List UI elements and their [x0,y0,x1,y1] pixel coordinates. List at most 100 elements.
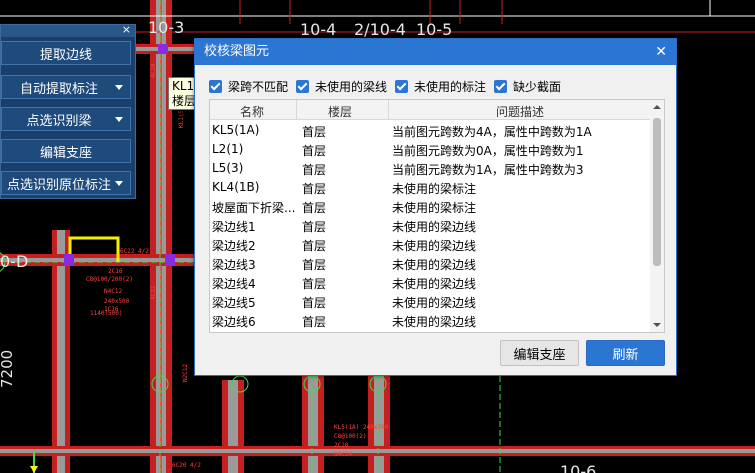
cell-description: 当前图元跨数为4A，属性中跨数为1A [392,125,592,139]
cell-floor: 首层 [302,277,327,291]
beam-tag: 4C20 [150,63,157,78]
cell-description: 当前图元跨数为0A，属性中跨数为1 [392,144,584,158]
scroll-up-icon[interactable] [653,105,661,109]
cell-floor: 首层 [302,296,327,310]
close-icon[interactable]: × [122,23,131,36]
cell-description: 未使用的梁边线 [392,296,477,310]
table-row[interactable]: 梁边线1 首层 未使用的梁边线 [210,215,664,234]
cell-description: 未使用的梁边线 [392,258,477,272]
cell-description: 未使用的梁标注 [392,201,477,215]
edit-support-label: 编辑支座 [39,145,92,161]
table-row[interactable]: 梁边线3 首层 未使用的梁边线 [210,253,664,272]
checkbox-unused-annotation[interactable] [395,79,409,93]
beam-tool-panel: × 提取边线 自动提取标注 点选识别梁 编辑支座 点选识别原位标注 [0,23,136,199]
chevron-down-icon[interactable] [115,117,123,122]
axis-label-10-5: 10-5 [416,20,453,39]
vertical-scrollbar[interactable] [650,100,664,332]
cell-floor: 首层 [302,258,327,272]
pick-identify-inplace-label-button[interactable]: 点选识别原位标注 [1,171,131,195]
beam-tag: N4C12 [104,288,123,295]
scroll-down-icon[interactable] [653,323,661,327]
pick-identify-beam-label: 点选识别梁 [26,113,92,129]
cell-name: 梁边线3 [212,258,256,272]
cell-floor: 首层 [302,163,327,177]
cell-name: L2(1) [212,142,244,156]
issue-table[interactable]: 名称 楼层 问题描述 KL5(1A) 首层 当前图元跨数为4A，属性中跨数为1A L… [209,99,665,333]
column-header-name[interactable]: 名称 [240,103,264,120]
table-row[interactable]: 坡屋面下折梁... 首层 未使用的梁标注 [210,196,664,215]
table-header: 名称 楼层 问题描述 [210,100,664,120]
filter-missing-section[interactable]: 缺少截面 [494,78,561,95]
cell-name: 梁边线2 [212,239,256,253]
edit-support-dialog-button[interactable]: 编辑支座 [500,340,579,366]
scroll-thumb[interactable] [653,118,661,266]
refresh-button[interactable]: 刷新 [586,340,665,366]
table-row[interactable]: L2(1) 首层 当前图元跨数为0A，属性中跨数为1 [210,139,664,158]
cell-name: 坡屋面下折梁... [212,201,296,215]
filter-unused-annotation[interactable]: 未使用的标注 [395,78,486,95]
checkbox-span-mismatch[interactable] [209,79,222,93]
beam-tag: N2C12 [182,363,189,382]
beam-tag: KL5(1A) 240x700 [334,424,389,431]
pick-identify-beam-button[interactable]: 点选识别梁 [1,107,131,131]
chevron-down-icon[interactable] [115,85,123,90]
cell-floor: 首层 [302,201,327,215]
filter-unused-annotation-label: 未使用的标注 [414,79,487,94]
cell-description: 未使用的梁边线 [392,239,477,253]
close-icon[interactable]: ✕ [655,39,667,65]
cell-description: 未使用的梁标注 [392,182,477,196]
table-row[interactable]: 梁边线4 首层 未使用的梁边线 [210,272,664,291]
cell-floor: 首层 [302,125,327,139]
table-row[interactable]: 梁边线5 首层 未使用的梁边线 [210,291,664,310]
cell-description: 当前图元跨数为1A，属性中跨数为3 [392,163,584,177]
auto-extract-label-button[interactable]: 自动提取标注 [1,75,131,99]
filter-unused-beam-line[interactable]: 未使用的梁线 [296,78,387,95]
dialog-titlebar[interactable]: 校核梁图元 ✕ [195,39,676,65]
beam-tag: 4C22 [150,285,157,300]
column-header-description[interactable]: 问题描述 [496,103,544,120]
cell-name: 梁边线5 [212,296,256,310]
cell-name: KL4(1B) [212,180,260,194]
chevron-down-icon[interactable] [115,181,123,186]
cell-floor: 首层 [302,239,327,253]
cad-workspace[interactable]: 10-3 10-4 2/10-4 10-5 0-D 7200 10-6 KL1(… [0,0,755,473]
axis-label-10-4: 10-4 [300,20,337,39]
cell-description: 未使用的梁边线 [392,277,477,291]
cell-floor: 首层 [302,144,327,158]
extract-edge-button[interactable]: 提取边线 [1,41,131,65]
filter-span-mismatch[interactable]: 梁跨不匹配 [209,78,288,95]
beam-tag: 2C16 [108,268,123,275]
axis-label-0-d: 0-D [0,252,29,271]
cell-description: 未使用的梁边线 [392,220,477,234]
table-row[interactable]: 梁边线2 首层 未使用的梁边线 [210,234,664,253]
table-row[interactable]: L5(3) 首层 当前图元跨数为1A，属性中跨数为3 [210,158,664,177]
pick-identify-inplace-label-label: 点选识别原位标注 [6,177,111,193]
panel-titlebar[interactable]: × [1,23,135,37]
cell-floor: 首层 [302,315,327,329]
cell-name: 梁边线1 [212,220,256,234]
edit-support-button[interactable]: 编辑支座 [1,139,131,163]
table-row[interactable]: KL5(1A) 首层 当前图元跨数为4A，属性中跨数为1A [210,120,664,139]
axis-label-10-3: 10-3 [148,18,185,37]
filter-bar: 梁跨不匹配 未使用的梁线 未使用的标注 缺少截面 [209,77,569,95]
auto-extract-label-label: 自动提取标注 [19,81,98,97]
filter-missing-section-label: 缺少截面 [513,79,562,94]
beam-tag: 2C20 [334,442,349,449]
cell-name: KL5(1A) [212,123,260,137]
dimension-7200: 7200 [0,349,16,388]
cell-floor: 首层 [302,182,327,196]
axis-label-10-6: 10-6 [560,462,597,473]
check-beam-dialog: 校核梁图元 ✕ 梁跨不匹配 未使用的梁线 未使用的标注 缺少截面 名称 楼层 问… [194,38,677,376]
filter-span-mismatch-label: 梁跨不匹配 [228,79,289,94]
cell-name: 梁边线6 [212,315,256,329]
checkbox-missing-section[interactable] [494,79,508,93]
cell-name: 梁边线4 [212,277,256,291]
checkbox-unused-beam-line[interactable] [296,79,310,93]
cell-name: L5(3) [212,161,244,175]
table-row[interactable]: KL4(1B) 首层 未使用的梁标注 [210,177,664,196]
beam-tag: 240x500 [104,298,130,305]
column-header-floor[interactable]: 楼层 [328,103,352,120]
filter-unused-beam-line-label: 未使用的梁线 [315,79,388,94]
beam-tag: 1140(500) [90,310,123,317]
table-row[interactable]: 梁边线6 首层 未使用的梁边线 [210,310,664,329]
